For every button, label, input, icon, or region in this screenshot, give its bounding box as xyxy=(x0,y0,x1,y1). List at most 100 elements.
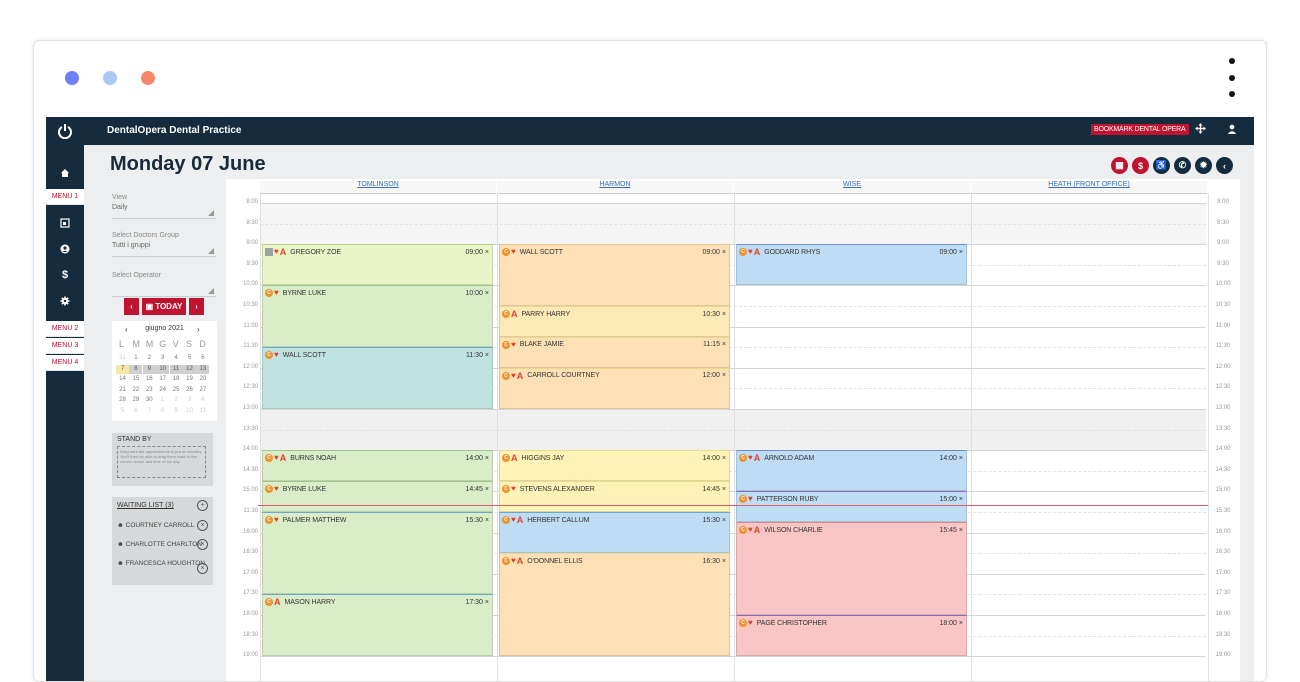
column-header[interactable]: WISE xyxy=(734,181,970,194)
menu-4[interactable]: MENU 4 xyxy=(46,355,84,371)
appointment[interactable]: C A PARRY HARRY 10:30 × xyxy=(499,306,730,337)
waiting-list-title[interactable]: WAITING LIST (3) xyxy=(117,502,174,509)
calendar-day[interactable]: 4 xyxy=(196,396,209,405)
window-dot-3[interactable] xyxy=(141,71,155,85)
calendar-day[interactable]: 2 xyxy=(170,396,183,405)
calendar-day[interactable]: 3 xyxy=(156,354,169,363)
calendar-day[interactable]: 4 xyxy=(170,354,183,363)
calendar-day[interactable]: 27 xyxy=(196,386,209,395)
appointment-time[interactable]: 15:30 × xyxy=(465,517,489,524)
column-header[interactable]: HARMON xyxy=(497,181,733,194)
appointment[interactable]: C ♥ PAGE CHRISTOPHER 18:00 × xyxy=(736,615,967,657)
appointment[interactable]: C ♥ BYRNE LUKE 10:00 × xyxy=(262,285,493,348)
appointment-time[interactable]: 12:00 × xyxy=(702,372,726,379)
appointment-time[interactable]: 11:30 × xyxy=(466,352,489,359)
calendar-day[interactable]: 20 xyxy=(196,375,209,384)
appointment-time[interactable]: 15:00 × xyxy=(939,496,963,503)
calendar-day[interactable]: 30 xyxy=(143,396,156,405)
today-button[interactable]: ▣ TODAY xyxy=(142,298,186,315)
user-icon[interactable] xyxy=(46,239,84,259)
calendar-day[interactable]: 1 xyxy=(129,354,142,363)
calendar-day[interactable]: 10 xyxy=(183,407,196,416)
appointment-time[interactable]: 15:30 × xyxy=(702,517,726,524)
calendar-day[interactable]: 21 xyxy=(116,386,129,395)
appointment[interactable]: C ♥ BYRNE LUKE 14:45 × xyxy=(262,481,493,512)
calendar-day[interactable]: 5 xyxy=(183,354,196,363)
calendar-day[interactable]: 23 xyxy=(143,386,156,395)
calendar-day[interactable]: 7 xyxy=(143,407,156,416)
calendar-day[interactable]: 31 xyxy=(116,354,129,363)
appointment-time[interactable]: 16:30 × xyxy=(702,558,726,565)
power-icon[interactable] xyxy=(46,117,84,145)
calendar-day[interactable]: 11 xyxy=(169,364,183,374)
calendar-day[interactable]: 16 xyxy=(143,375,156,384)
next-month-button[interactable]: › xyxy=(197,325,200,334)
calendar-day[interactable]: 14 xyxy=(116,375,129,384)
appointment[interactable]: ♥ A GREGORY ZOE 09:00 × xyxy=(262,244,493,286)
calendar-day[interactable]: 13 xyxy=(196,364,210,374)
calendar-day[interactable]: 9 xyxy=(170,407,183,416)
calendar-day[interactable]: 15 xyxy=(129,375,142,384)
calendar-day[interactable]: 10 xyxy=(156,364,170,374)
remove-icon[interactable]: × xyxy=(197,539,208,550)
appointment-time[interactable]: 10:00 × xyxy=(465,290,489,297)
gear-icon[interactable]: ✹ xyxy=(1195,157,1212,174)
remove-icon[interactable]: × xyxy=(197,563,208,574)
appointment-time[interactable]: 14:45 × xyxy=(702,486,726,493)
appointment[interactable]: C ♥ A ARNOLD ADAM 14:00 × xyxy=(736,450,967,492)
appointment-time[interactable]: 11:15 × xyxy=(703,341,726,348)
calendar-day[interactable]: 8 xyxy=(129,364,143,374)
calendar-day[interactable]: 25 xyxy=(170,386,183,395)
account-icon[interactable] xyxy=(1227,123,1237,137)
calendar-day[interactable]: 18 xyxy=(170,375,183,384)
waiting-list-item[interactable]: ☻ FRANCESCA HOUGHTON xyxy=(117,560,205,567)
appointment-time[interactable]: 14:00 × xyxy=(465,455,489,462)
billing-icon[interactable]: $ xyxy=(1132,157,1149,174)
calendar-day[interactable]: 22 xyxy=(129,386,142,395)
appointment[interactable]: C ♥ PALMER MATTHEW 15:30 × xyxy=(262,512,493,595)
appointment-time[interactable]: 14:45 × xyxy=(465,486,489,493)
appointment[interactable]: C ♥ A BURNS NOAH 14:00 × xyxy=(262,450,493,482)
appointment[interactable]: C ♥ PATTERSON RUBY 15:00 × xyxy=(736,491,967,523)
window-dot-1[interactable] xyxy=(65,71,79,85)
calendar-day[interactable]: 5 xyxy=(116,407,129,416)
dental-chair-icon[interactable]: ♿ xyxy=(1153,157,1170,174)
appointment-time[interactable]: 17:30 × xyxy=(465,599,489,606)
calendar-day[interactable]: 3 xyxy=(183,396,196,405)
appointment[interactable]: C ♥ WALL SCOTT 11:30 × xyxy=(262,347,493,409)
waiting-list-item[interactable]: ☻ COURTNEY CARROLL xyxy=(117,522,194,529)
calendar-day[interactable]: 2 xyxy=(143,354,156,363)
appointment-time[interactable]: 14:00 × xyxy=(939,455,963,462)
calendar-day[interactable]: 24 xyxy=(156,386,169,395)
remove-icon[interactable]: × xyxy=(197,520,208,531)
operator-select[interactable] xyxy=(112,282,216,297)
appointment-time[interactable]: 14:00 × xyxy=(702,455,726,462)
calendar-day[interactable]: 6 xyxy=(129,407,142,416)
calendar-day[interactable]: 8 xyxy=(156,407,169,416)
grid-view-icon[interactable]: ▦ xyxy=(1111,157,1128,174)
menu-1[interactable]: MENU 1 xyxy=(46,189,84,205)
appointment[interactable]: C ♥ A O'DONNEL ELLIS 16:30 × xyxy=(499,553,730,657)
column-header[interactable]: TOMLINSON xyxy=(260,181,496,194)
calendar-day[interactable]: 28 xyxy=(116,396,129,405)
appointment-time[interactable]: 09:00 × xyxy=(939,249,963,256)
dollar-icon[interactable]: $ xyxy=(46,265,84,285)
appointment[interactable]: C ♥ STEVENS ALEXANDER 14:45 × xyxy=(499,481,730,512)
calendar-day[interactable]: 1 xyxy=(156,396,169,405)
appointment-time[interactable]: 18:00 × xyxy=(939,620,963,627)
appointment[interactable]: C ♥ BLAKE JAMIE 11:15 × xyxy=(499,336,730,368)
calendar-icon[interactable] xyxy=(46,213,84,233)
home-icon[interactable] xyxy=(46,163,84,183)
calendar-day[interactable]: 29 xyxy=(129,396,142,405)
appointment-time[interactable]: 09:00 × xyxy=(702,249,726,256)
appointment[interactable]: C ♥ A GODDARD RHYS 09:00 × xyxy=(736,244,967,286)
calendar-day[interactable]: 11 xyxy=(196,407,209,416)
calendar-day[interactable]: 17 xyxy=(156,375,169,384)
calendar-day[interactable]: 6 xyxy=(196,354,209,363)
next-day-button[interactable]: › xyxy=(189,298,204,315)
calendar-day[interactable]: 12 xyxy=(183,364,196,374)
phone-icon[interactable]: ✆ xyxy=(1174,157,1191,174)
menu-2[interactable]: MENU 2 xyxy=(46,321,84,337)
calendar-day[interactable]: 7 xyxy=(116,364,129,374)
calendar-day[interactable]: 26 xyxy=(183,386,196,395)
